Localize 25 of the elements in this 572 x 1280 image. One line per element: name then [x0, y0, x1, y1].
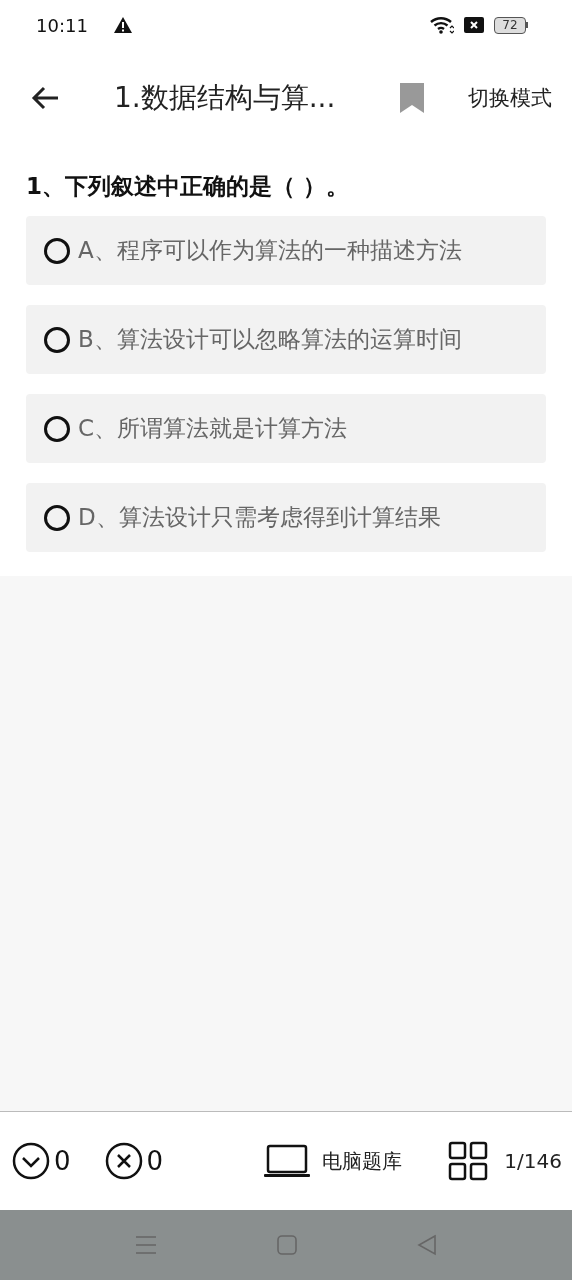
answer-option[interactable]: C、所谓算法就是计算方法 [26, 394, 546, 463]
answer-option[interactable]: D、算法设计只需考虑得到计算结果 [26, 483, 546, 552]
question-text: 1、下列叙述中正确的是（ ）。 [26, 172, 350, 201]
wrong-icon [104, 1142, 143, 1180]
correct-icon [12, 1142, 50, 1180]
bookmark-icon[interactable] [400, 82, 424, 113]
answer-option[interactable]: B、算法设计可以忽略算法的运算时间 [26, 305, 546, 374]
status-time: 10:11 [36, 14, 88, 36]
radio-button[interactable] [44, 237, 70, 264]
grid-icon [448, 1141, 489, 1181]
question-grid-button[interactable]: 1/146 [448, 1141, 562, 1181]
answer-option[interactable]: A、程序可以作为算法的一种描述方法 [26, 216, 546, 285]
radio-button[interactable] [44, 504, 70, 531]
wrong-count: 0 [146, 1146, 164, 1176]
no-sim-icon [464, 17, 484, 33]
battery-indicator: 72 [494, 16, 528, 34]
radio-button[interactable] [44, 326, 70, 353]
switch-mode-button[interactable]: 切换模式 [468, 83, 552, 112]
radio-button[interactable] [44, 415, 70, 442]
laptop-icon [264, 1144, 311, 1178]
correct-count: 0 [54, 1146, 71, 1176]
question-bank-button[interactable]: 电脑题库 [264, 1144, 403, 1178]
wifi-icon [430, 16, 454, 34]
page-title: 1.数据结构与算... [114, 79, 336, 116]
warning-icon [113, 17, 132, 33]
